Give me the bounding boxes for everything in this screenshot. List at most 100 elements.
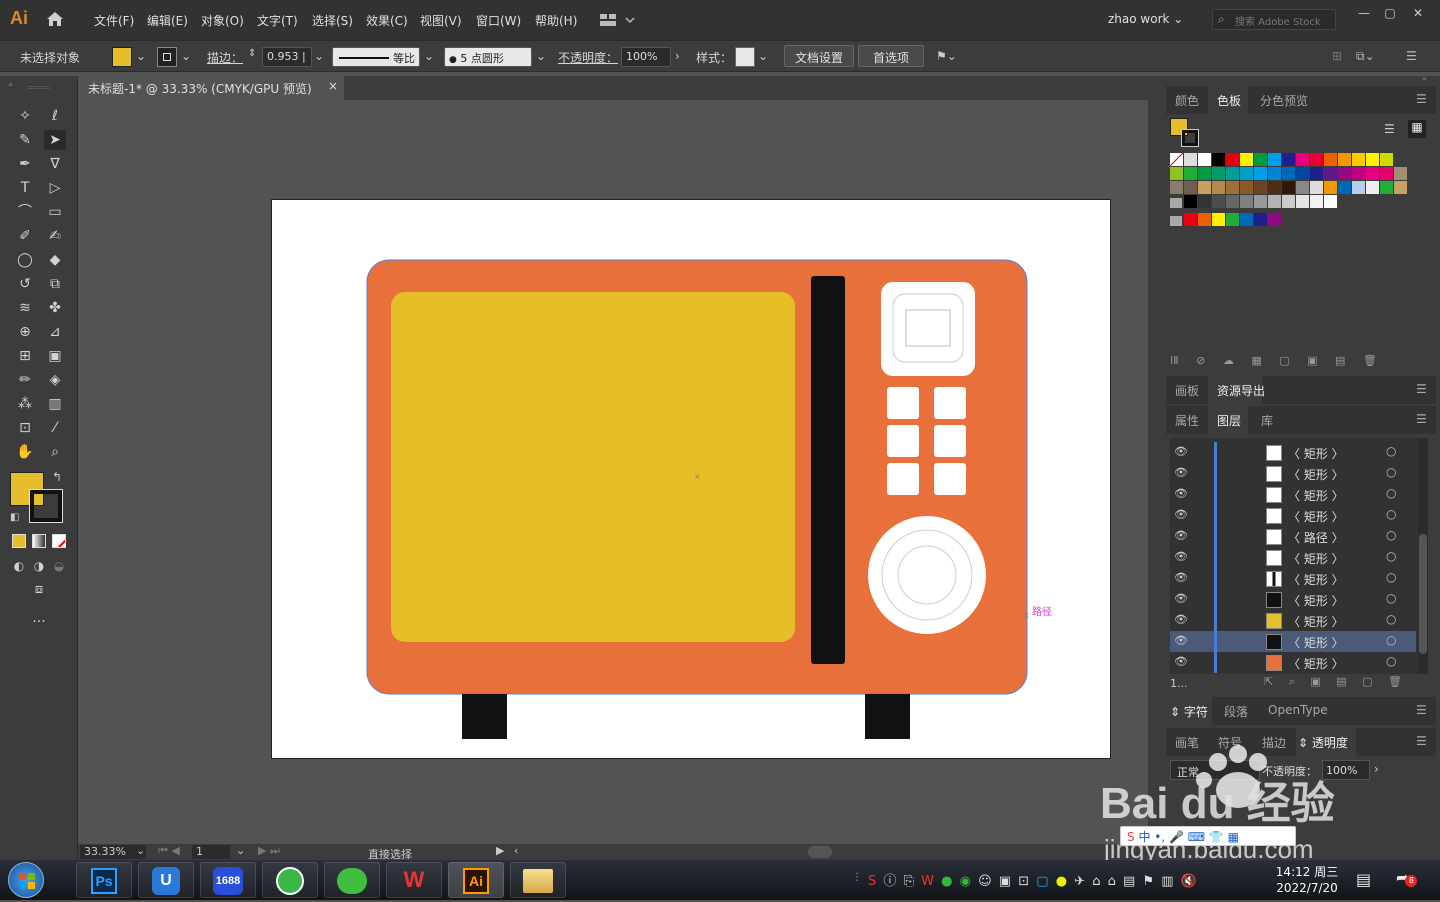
scale-tool-icon[interactable]: ⧉ [44, 274, 66, 294]
pen-tool-icon[interactable]: ✒ [14, 154, 36, 174]
lasso-icon[interactable]: ℓ [44, 106, 66, 126]
door-handle[interactable] [811, 276, 845, 664]
menu-effect[interactable]: 效果(C) [366, 12, 408, 29]
panel-menu-icon[interactable]: ☰ [1416, 703, 1427, 717]
transform-icon[interactable]: ⧉⌄ [1356, 49, 1375, 64]
grid-view-icon[interactable]: ▦ [1408, 120, 1426, 138]
layer-row[interactable]: 👁 〈 矩形 〉 ○ [1170, 442, 1416, 463]
tab-color[interactable]: 颜色 [1175, 92, 1199, 109]
control-button[interactable] [887, 463, 919, 495]
eye-icon[interactable]: 👁 [1174, 445, 1188, 458]
microwave-window[interactable] [391, 292, 795, 642]
layer-name[interactable]: 〈 矩形 〉 [1288, 445, 1344, 462]
taskbar-wechat[interactable] [324, 862, 380, 898]
layer-name[interactable]: 〈 路径 〉 [1288, 529, 1344, 546]
mesh-tool-icon[interactable]: ⊞ [14, 346, 36, 366]
layer-row[interactable]: 👁 〈 矩形 〉 ○ [1170, 589, 1416, 610]
taskbar-clock[interactable]: 14:12 周三 2022/7/20 [1272, 864, 1342, 896]
rotate-tool-icon[interactable]: ↺ [14, 274, 36, 294]
layers-scrollbar[interactable] [1418, 438, 1428, 674]
close-tab-icon[interactable]: × [328, 79, 338, 93]
hand-tool-icon[interactable]: ✋ [14, 442, 36, 462]
close-icon[interactable]: ✕ [1408, 6, 1428, 24]
tab-character[interactable]: ⇕ 字符 [1170, 703, 1208, 720]
gradient-mode-icon[interactable] [32, 534, 46, 548]
control-dial[interactable] [868, 516, 986, 634]
blend-tool-icon[interactable]: ◈ [44, 370, 66, 390]
rectangle-tool-icon[interactable]: ▭ [44, 202, 66, 222]
magic-wand-icon[interactable]: ✧ [14, 106, 36, 126]
show-desktop-icon[interactable]: ➦8 [1396, 868, 1418, 887]
width-tool-icon[interactable]: ≋ [14, 298, 36, 318]
puppet-warp-icon[interactable]: ✤ [44, 298, 66, 318]
tab-properties[interactable]: 属性 [1175, 412, 1199, 429]
eyedropper-icon[interactable]: ✏ [14, 370, 36, 390]
tab-swatches[interactable]: 色板 [1217, 92, 1241, 109]
eraser-icon[interactable]: ◆ [44, 250, 66, 270]
chevron-down-icon[interactable]: ⌄ [236, 844, 245, 857]
panel-menu-icon[interactable]: ☰ [1416, 92, 1427, 106]
artboard-tool-icon[interactable]: ⊡ [14, 418, 36, 438]
layer-row[interactable]: 👁 〈 矩形 〉 ○ [1170, 652, 1416, 673]
target-icon[interactable]: ○ [1386, 633, 1396, 647]
stroke-stepper-icon[interactable]: ⇕ [248, 48, 256, 59]
stroke-label[interactable]: 描边： [207, 49, 243, 66]
tab-artboards[interactable]: 画板 [1175, 382, 1199, 399]
tab-separations[interactable]: 分色预览 [1260, 92, 1308, 109]
chevron-down-icon[interactable]: ⌄ [314, 49, 324, 63]
layer-row[interactable]: 👁 〈 矩形 〉 ○ [1170, 505, 1416, 526]
none-mode-icon[interactable] [52, 534, 66, 548]
layer-name[interactable]: 〈 矩形 〉 [1288, 592, 1344, 609]
zoom-tool-icon[interactable]: ⌕ [44, 442, 66, 462]
menu-view[interactable]: 视图(V) [420, 12, 462, 29]
curvature-tool-icon[interactable]: ∇ [44, 154, 66, 174]
ime-toolbar[interactable]: S 中 •, 🎤 ⌨ 👕 ▦ [1120, 826, 1296, 846]
tab-opentype[interactable]: OpenType [1268, 703, 1328, 717]
layer-name[interactable]: 〈 矩形 〉 [1288, 508, 1344, 525]
taskbar-u-app[interactable]: U [138, 862, 194, 898]
arc-tool-icon[interactable]: ⌒ [14, 202, 36, 222]
tab-layers[interactable]: 图层 [1217, 412, 1241, 429]
taskbar-photoshop[interactable]: Ps [76, 862, 132, 898]
align-icon[interactable]: ⊞ [1332, 49, 1342, 63]
eye-icon[interactable]: 👁 [1174, 508, 1188, 521]
eye-icon[interactable]: 👁 [1174, 529, 1188, 542]
eye-icon[interactable]: 👁 [1174, 634, 1188, 647]
draw-inside-icon[interactable]: ◒ [48, 556, 70, 576]
tab-libraries[interactable]: 库 [1261, 412, 1273, 429]
scroll-left-icon[interactable]: ‹ [514, 844, 518, 857]
eye-icon[interactable]: 👁 [1174, 613, 1188, 626]
draw-behind-icon[interactable]: ◑ [28, 556, 50, 576]
more-tools-icon[interactable]: ··· [28, 612, 50, 632]
control-button[interactable] [934, 425, 966, 457]
draw-normal-icon[interactable]: ◐ [8, 556, 30, 576]
type-tool-icon[interactable]: T [14, 178, 36, 198]
eye-icon[interactable]: 👁 [1174, 655, 1188, 668]
screen-mode-icon[interactable]: ⧈ [28, 580, 50, 600]
menu-window[interactable]: 窗口(W) [476, 12, 521, 29]
artboard-number-input[interactable]: 1 [192, 845, 230, 859]
blob-brush-icon[interactable]: ✍ [44, 226, 66, 246]
control-button[interactable] [887, 387, 919, 419]
minimize-icon[interactable]: — [1354, 6, 1374, 24]
right-foot[interactable] [865, 694, 910, 739]
target-icon[interactable]: ○ [1386, 486, 1396, 500]
target-icon[interactable]: ○ [1386, 612, 1396, 626]
swap-colors-icon[interactable]: ↰ [52, 470, 62, 484]
document-setup-button[interactable]: 文档设置 [784, 45, 854, 67]
stock-search-input[interactable]: ⌕ 搜索 Adobe Stock [1212, 9, 1336, 30]
preferences-button[interactable]: 首选项 [858, 45, 924, 67]
swatches-footer-icons[interactable]: ⅠⅡ ⊘ ☁ ▦ ▢ ▣ ▤ 🗑 [1170, 354, 1424, 367]
layer-name[interactable]: 〈 矩形 〉 [1288, 634, 1344, 651]
column-graph-icon[interactable]: ▥ [44, 394, 66, 414]
collapse-icon[interactable]: « [8, 80, 13, 89]
chevron-down-icon[interactable]: ⌄ [181, 49, 191, 63]
layer-row[interactable]: 👁 〈 路径 〉 ○ [1170, 526, 1416, 547]
workspace-layout-icon[interactable] [598, 12, 638, 28]
target-icon[interactable]: ○ [1386, 507, 1396, 521]
paintbrush-icon[interactable]: ✐ [14, 226, 36, 246]
eye-icon[interactable]: 👁 [1174, 571, 1188, 584]
eye-icon[interactable]: 👁 [1174, 466, 1188, 479]
taskbar-wps[interactable]: W [386, 862, 442, 898]
stroke-swatch[interactable] [157, 47, 177, 67]
